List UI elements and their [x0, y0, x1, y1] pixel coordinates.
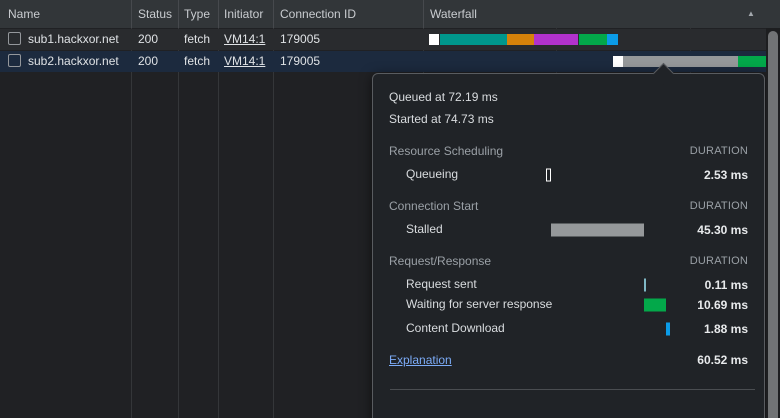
timing-section-title: Connection Start: [389, 198, 478, 214]
waterfall-segment-stalled: [623, 56, 738, 67]
connection-id-cell: 179005: [273, 29, 423, 50]
timing-section-header: Resource Scheduling DURATION: [389, 143, 748, 159]
tooltip-divider: [390, 389, 755, 390]
timing-phase-bar: [666, 323, 670, 336]
waterfall-segment-waiting: [738, 56, 766, 67]
name-cell: sub2.hackxor.net: [0, 51, 131, 72]
timing-phase-duration: 0.11 ms: [705, 278, 748, 292]
status-cell: 200: [131, 29, 178, 50]
waterfall-segment-dns-lookup: [440, 34, 507, 45]
request-name: sub2.hackxor.net: [28, 54, 119, 68]
timing-section-header: Connection Start DURATION: [389, 198, 748, 214]
request-name: sub1.hackxor.net: [28, 32, 119, 46]
timing-phase-label: Content Download: [389, 320, 556, 336]
waterfall-segment-waiting: [579, 34, 607, 45]
waterfall-segment-queueing: [429, 34, 439, 45]
header-column-separator: [273, 0, 274, 28]
header-column-separator: [131, 0, 132, 28]
header-column-separator: [218, 0, 219, 28]
initiator-cell: VM14:1: [218, 51, 273, 72]
table-row[interactable]: sub1.hackxor.net 200fetch VM14:1 179005: [0, 29, 780, 50]
timing-phase-bar: [644, 299, 666, 312]
column-separator: [273, 28, 274, 418]
timing-phase-duration: 1.88 ms: [704, 322, 748, 336]
timing-phase-row: Request sent 0.11 ms: [389, 276, 748, 294]
queued-at-text: Queued at 72.19 ms: [389, 89, 748, 105]
devtools-network-panel: NameStatusTypeInitiatorConnection IDWate…: [0, 0, 780, 418]
timing-phase-row: Waiting for server response 10.69 ms: [389, 296, 748, 314]
waterfall-segment-queueing: [613, 56, 623, 67]
timing-phase-row: Content Download 1.88 ms: [389, 320, 748, 338]
timing-section-header: Request/Response DURATION: [389, 253, 748, 269]
initiator-cell: VM14:1: [218, 29, 273, 50]
type-cell: fetch: [178, 51, 218, 72]
network-table-header: NameStatusTypeInitiatorConnection IDWate…: [0, 0, 780, 28]
timing-phase-label: Request sent: [389, 276, 556, 292]
timing-phase-duration: 10.69 ms: [697, 298, 748, 312]
timing-phase-duration: 45.30 ms: [697, 223, 748, 237]
timing-section-title: Resource Scheduling: [389, 143, 503, 159]
timing-phase-bar: [644, 279, 646, 292]
waterfall-cell[interactable]: [423, 51, 780, 72]
timing-phase-duration: 2.53 ms: [704, 168, 748, 182]
column-header-status[interactable]: Status: [131, 0, 185, 28]
sort-ascending-icon[interactable]: ▲: [747, 0, 755, 28]
timing-phase-label: Waiting for server response: [389, 296, 556, 312]
column-header-initiator[interactable]: Initiator: [218, 0, 279, 28]
duration-column-header: DURATION: [690, 253, 748, 269]
timing-phase-row: Queueing 2.53 ms: [389, 166, 748, 184]
header-column-separator: [178, 0, 179, 28]
column-separator: [178, 28, 179, 418]
row-checkbox[interactable]: [8, 32, 21, 45]
column-header-waterfall[interactable]: Waterfall: [423, 0, 780, 28]
vertical-scrollbar[interactable]: [766, 28, 780, 418]
timing-phase-label: Stalled: [389, 221, 556, 237]
status-cell: 200: [131, 51, 178, 72]
request-timing-tooltip: Queued at 72.19 ms Started at 74.73 ms R…: [372, 73, 765, 418]
duration-column-header: DURATION: [690, 143, 748, 159]
connection-id-cell: 179005: [273, 51, 423, 72]
waterfall-segment-content-download: [607, 34, 618, 45]
waterfall-segment-initial-connection: [507, 34, 534, 45]
duration-column-header: DURATION: [690, 198, 748, 214]
column-separator: [218, 28, 219, 418]
scrollbar-thumb[interactable]: [768, 31, 778, 418]
timing-phase-row: Stalled 45.30 ms: [389, 221, 748, 239]
column-separator: [131, 28, 132, 418]
row-checkbox[interactable]: [8, 54, 21, 67]
explanation-link[interactable]: Explanation: [389, 352, 452, 368]
header-column-separator: [423, 0, 424, 28]
initiator-link[interactable]: VM14:1: [224, 32, 265, 46]
timing-phase-bar: [551, 224, 644, 237]
timing-phase-label: Queueing: [389, 166, 556, 182]
waterfall-segment-ssl: [534, 34, 578, 45]
total-duration-value: 60.52 ms: [697, 352, 748, 368]
started-at-text: Started at 74.73 ms: [389, 111, 748, 127]
type-cell: fetch: [178, 29, 218, 50]
name-cell: sub1.hackxor.net: [0, 29, 131, 50]
initiator-link[interactable]: VM14:1: [224, 54, 265, 68]
column-header-connection-id[interactable]: Connection ID: [273, 0, 430, 28]
timing-section-title: Request/Response: [389, 253, 491, 269]
waterfall-cell[interactable]: [423, 29, 780, 50]
column-header-name[interactable]: Name: [0, 0, 139, 28]
timing-phase-bar: [546, 169, 551, 182]
